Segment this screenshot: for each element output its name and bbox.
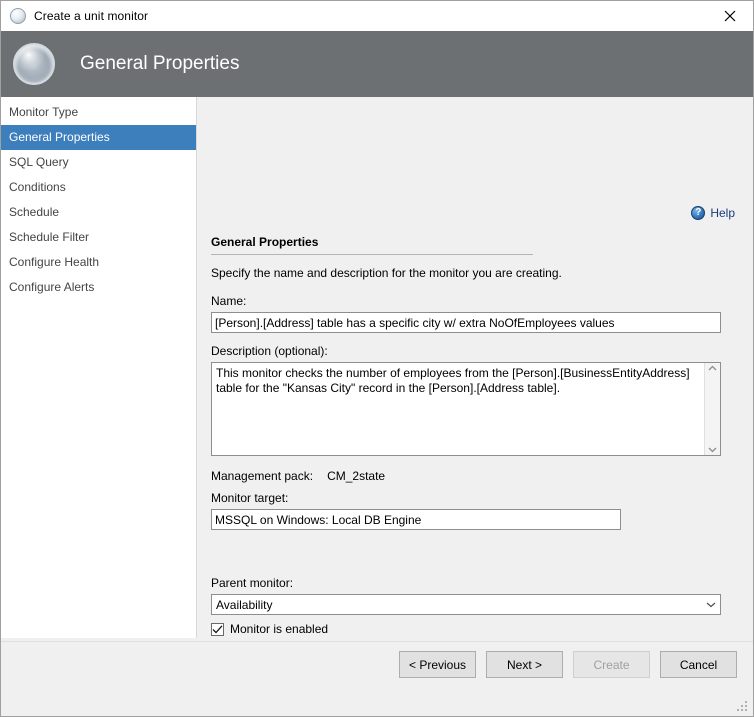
dialog-footer: < Previous Next > Create Cancel	[1, 641, 753, 716]
window-title: Create a unit monitor	[34, 9, 149, 23]
next-button[interactable]: Next >	[486, 651, 563, 678]
sidebar-item-configure-health[interactable]: Configure Health	[1, 250, 196, 275]
monitor-enabled-checkbox[interactable]	[211, 622, 224, 636]
help-icon: ?	[691, 206, 706, 220]
sphere-icon	[10, 8, 26, 24]
wizard-steps-sidebar: Monitor Type General Properties SQL Quer…	[1, 97, 197, 638]
sphere-icon	[13, 43, 55, 85]
chevron-up-icon	[708, 365, 717, 371]
wizard-header: General Properties	[1, 31, 753, 97]
sidebar-item-conditions[interactable]: Conditions	[1, 175, 196, 200]
description-field[interactable]: This monitor checks the number of employ…	[211, 362, 721, 456]
help-label: Help	[710, 206, 735, 220]
sidebar-item-monitor-type[interactable]: Monitor Type	[1, 100, 196, 125]
sidebar-item-configure-alerts[interactable]: Configure Alerts	[1, 275, 196, 300]
sidebar-item-schedule-filter[interactable]: Schedule Filter	[1, 225, 196, 250]
parent-monitor-label: Parent monitor:	[211, 576, 294, 590]
content-pane: ? Help General Properties Specify the na…	[197, 97, 753, 641]
sidebar-item-sql-query[interactable]: SQL Query	[1, 150, 196, 175]
monitor-enabled-label: Monitor is enabled	[230, 622, 329, 636]
sidebar-item-general-properties[interactable]: General Properties	[1, 125, 196, 150]
monitor-enabled-row[interactable]: Monitor is enabled	[211, 622, 328, 636]
description-text[interactable]: This monitor checks the number of employ…	[212, 363, 704, 455]
parent-monitor-dropdown[interactable]: Availability	[211, 594, 721, 615]
name-input[interactable]	[211, 312, 721, 333]
cancel-button[interactable]: Cancel	[660, 651, 737, 678]
dialog-body: Monitor Type General Properties SQL Quer…	[1, 97, 753, 641]
management-pack-value: CM_2state	[327, 469, 386, 483]
monitor-target-label: Monitor target:	[211, 491, 289, 505]
footer-button-group: < Previous Next > Create Cancel	[399, 651, 737, 678]
page-title: General Properties	[80, 53, 240, 74]
description-label: Description (optional):	[211, 344, 328, 358]
management-pack-label: Management pack:	[211, 469, 314, 483]
create-unit-monitor-dialog: Create a unit monitor General Properties…	[0, 0, 754, 717]
description-scrollbar[interactable]	[704, 363, 720, 455]
sidebar-item-schedule[interactable]: Schedule	[1, 200, 196, 225]
section-description: Specify the name and description for the…	[211, 266, 562, 280]
management-pack-row: Management pack: CM_2state	[211, 469, 385, 483]
previous-button[interactable]: < Previous	[399, 651, 476, 678]
help-link[interactable]: ? Help	[691, 206, 735, 220]
parent-monitor-value: Availability	[216, 597, 273, 612]
create-button: Create	[573, 651, 650, 678]
title-bar: Create a unit monitor	[1, 1, 753, 31]
monitor-target-input[interactable]	[211, 509, 621, 530]
section-divider	[211, 254, 533, 255]
close-icon[interactable]	[707, 1, 753, 31]
resize-grip-icon[interactable]	[737, 701, 749, 713]
name-label: Name:	[211, 294, 247, 308]
section-title: General Properties	[211, 235, 319, 249]
chevron-down-icon	[708, 447, 717, 453]
chevron-down-icon	[702, 601, 720, 608]
